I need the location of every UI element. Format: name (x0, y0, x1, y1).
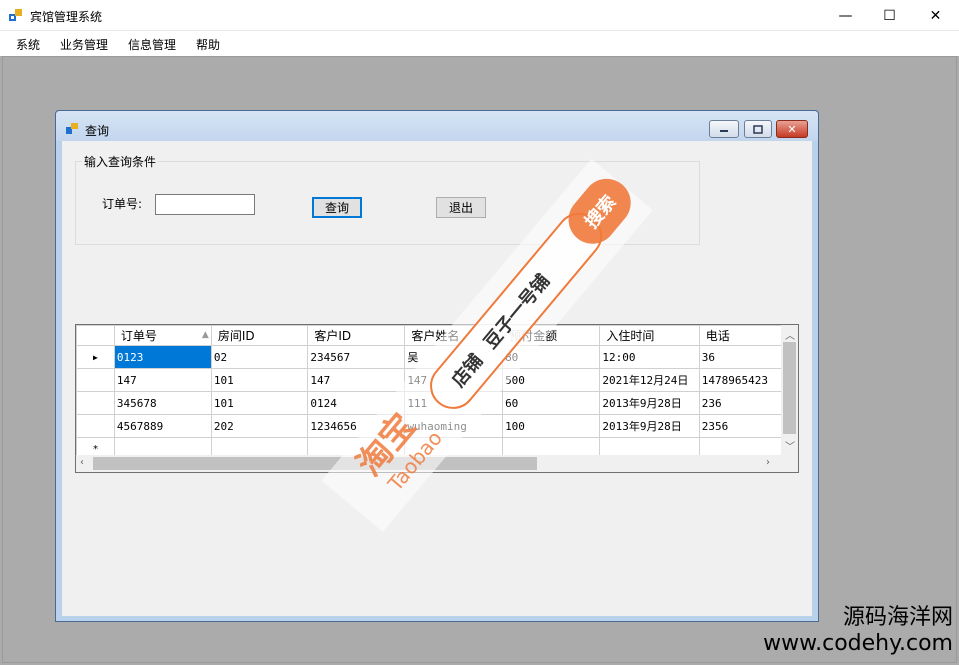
menu-system[interactable]: 系统 (16, 36, 40, 53)
exit-button[interactable]: 退出 (436, 197, 486, 218)
table-cell[interactable]: 500 (502, 368, 601, 392)
row-header[interactable] (76, 368, 115, 392)
minimize-icon (720, 130, 728, 132)
table-cell[interactable]: 0124 (307, 391, 406, 415)
minimize-button[interactable]: — (823, 0, 868, 31)
order-number-input[interactable] (155, 194, 255, 215)
restore-icon (753, 124, 763, 134)
row-header[interactable] (76, 414, 115, 438)
vertical-scroll-thumb[interactable] (783, 342, 796, 434)
table-cell[interactable]: 100 (502, 414, 601, 438)
row-header-corner (76, 325, 115, 346)
header-row: 订单号 ▲ 房间ID 客户ID 客户姓名 预付金额 入住时间 电话 (76, 325, 798, 346)
menu-business[interactable]: 业务管理 (60, 36, 108, 53)
orders-table: 订单号 ▲ 房间ID 客户ID 客户姓名 预付金额 入住时间 电话 ▶ 0123 … (76, 325, 798, 461)
table-cell[interactable]: 4567889 (113, 414, 212, 438)
column-header[interactable]: 预付金额 (502, 325, 601, 346)
table-cell[interactable]: 1234656 (307, 414, 406, 438)
query-window-title: 查询 (85, 124, 110, 138)
order-number-label: 订单号: (102, 197, 143, 211)
group-title: 输入查询条件 (82, 153, 159, 170)
column-header[interactable]: 房间ID (210, 325, 309, 346)
table-cell[interactable]: 101 (210, 391, 309, 415)
table-row[interactable]: 345678 101 0124 111 60 2013年9月28日 236 (76, 391, 798, 415)
table-row[interactable]: 147 101 147 147 500 2021年12月24日 14789654… (76, 368, 798, 392)
table-cell[interactable]: 2013年9月28日 (599, 414, 700, 438)
horizontal-scroll-thumb[interactable] (93, 457, 537, 470)
child-restore-button[interactable] (744, 120, 772, 138)
table-cell[interactable]: 101 (210, 368, 309, 392)
query-conditions-group: 输入查询条件 订单号: 查询 退出 (75, 153, 700, 245)
child-minimize-button[interactable] (709, 120, 739, 138)
table-row[interactable]: 4567889 202 1234656 wuhaoming 100 2013年9… (76, 414, 798, 438)
table-cell[interactable]: 02 (210, 345, 309, 369)
table-cell[interactable]: 345678 (113, 391, 212, 415)
menubar: 系统 业务管理 信息管理 帮助 (0, 31, 959, 56)
scroll-up-icon[interactable]: ︿ (785, 327, 795, 342)
maximize-button[interactable]: ☐ (867, 0, 912, 31)
form-icon (66, 123, 78, 134)
column-header[interactable]: 入住时间 (599, 325, 700, 346)
table-cell[interactable]: 234567 (307, 345, 406, 369)
query-button[interactable]: 查询 (312, 197, 362, 218)
scroll-right-icon[interactable]: › (766, 457, 770, 468)
table-cell[interactable]: 147 (113, 368, 212, 392)
column-header[interactable]: 客户ID (307, 325, 406, 346)
main-titlebar: 宾馆管理系统 — ☐ ✕ (0, 0, 959, 31)
horizontal-scrollbar[interactable]: ‹ › (76, 455, 798, 472)
table-cell[interactable]: wuhaoming (404, 414, 504, 438)
table-cell[interactable]: 吴 (404, 345, 504, 369)
app-icon (9, 9, 22, 21)
menu-help[interactable]: 帮助 (196, 36, 220, 53)
table-cell[interactable]: 2013年9月28日 (599, 391, 700, 415)
column-header[interactable]: 客户姓名 (404, 325, 504, 346)
scroll-down-icon[interactable]: ﹀ (785, 438, 795, 453)
close-icon: ✕ (787, 122, 797, 136)
table-cell[interactable]: 111 (404, 391, 504, 415)
row-header[interactable] (76, 391, 115, 415)
query-window: 查询 ✕ 输入查询条件 订单号: 查询 退出 订单号 ▲ 房间ID 客户ID 客… (55, 110, 819, 622)
scroll-left-icon[interactable]: ‹ (80, 457, 84, 468)
table-row[interactable]: ▶ 0123 02 234567 吴 80 12:00 36 (76, 345, 798, 369)
column-header[interactable]: 订单号 ▲ (113, 325, 212, 346)
sort-ascending-icon: ▲ (201, 330, 209, 340)
window-title: 宾馆管理系统 (30, 10, 103, 24)
table-cell[interactable]: 2021年12月24日 (599, 368, 700, 392)
table-cell[interactable]: 0123 (113, 345, 212, 369)
table-cell[interactable]: 12:00 (599, 345, 700, 369)
table-cell[interactable]: 147 (307, 368, 406, 392)
child-close-button[interactable]: ✕ (776, 120, 808, 138)
current-row-icon[interactable]: ▶ (76, 345, 115, 369)
table-cell[interactable]: 202 (210, 414, 309, 438)
table-cell[interactable]: 147 (404, 368, 504, 392)
table-cell[interactable]: 80 (502, 345, 601, 369)
orders-grid[interactable]: 订单号 ▲ 房间ID 客户ID 客户姓名 预付金额 入住时间 电话 ▶ 0123 … (75, 324, 799, 473)
vertical-scrollbar[interactable]: ︿ ﹀ (781, 325, 798, 455)
query-window-titlebar[interactable]: 查询 ✕ (56, 111, 818, 141)
menu-info[interactable]: 信息管理 (128, 36, 176, 53)
query-window-client: 输入查询条件 订单号: 查询 退出 订单号 ▲ 房间ID 客户ID 客户姓名 预付… (62, 141, 812, 616)
table-cell[interactable]: 60 (502, 391, 601, 415)
close-button[interactable]: ✕ (913, 0, 958, 31)
